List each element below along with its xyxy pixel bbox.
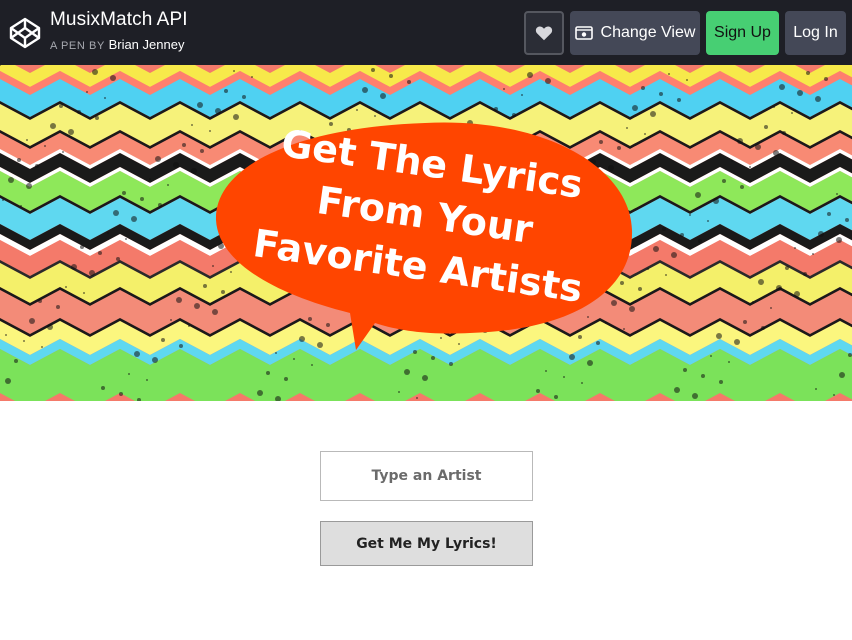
zigzag-pattern-background xyxy=(0,65,852,401)
top-bar: MusixMatch API A PEN BY Brian Jenney Cha… xyxy=(0,0,852,65)
log-in-button[interactable]: Log In xyxy=(785,11,846,55)
artist-search-input[interactable] xyxy=(320,451,533,501)
change-view-label: Change View xyxy=(600,24,696,41)
pen-title[interactable]: MusixMatch API xyxy=(50,9,188,31)
heart-icon xyxy=(535,26,553,41)
get-lyrics-button[interactable]: Get Me My Lyrics! xyxy=(320,521,533,566)
heart-button[interactable] xyxy=(524,11,564,55)
hero-banner: Get The Lyrics From Your Favorite Artist… xyxy=(0,65,852,401)
change-view-button[interactable]: Change View xyxy=(570,11,700,55)
change-view-icon xyxy=(574,26,593,40)
byline-prefix: A PEN BY xyxy=(50,40,105,52)
author-link[interactable]: Brian Jenney xyxy=(109,37,185,52)
pen-byline: A PEN BY Brian Jenney xyxy=(50,37,184,52)
codepen-logo-icon[interactable] xyxy=(8,16,42,50)
sign-up-button[interactable]: Sign Up xyxy=(706,11,779,55)
